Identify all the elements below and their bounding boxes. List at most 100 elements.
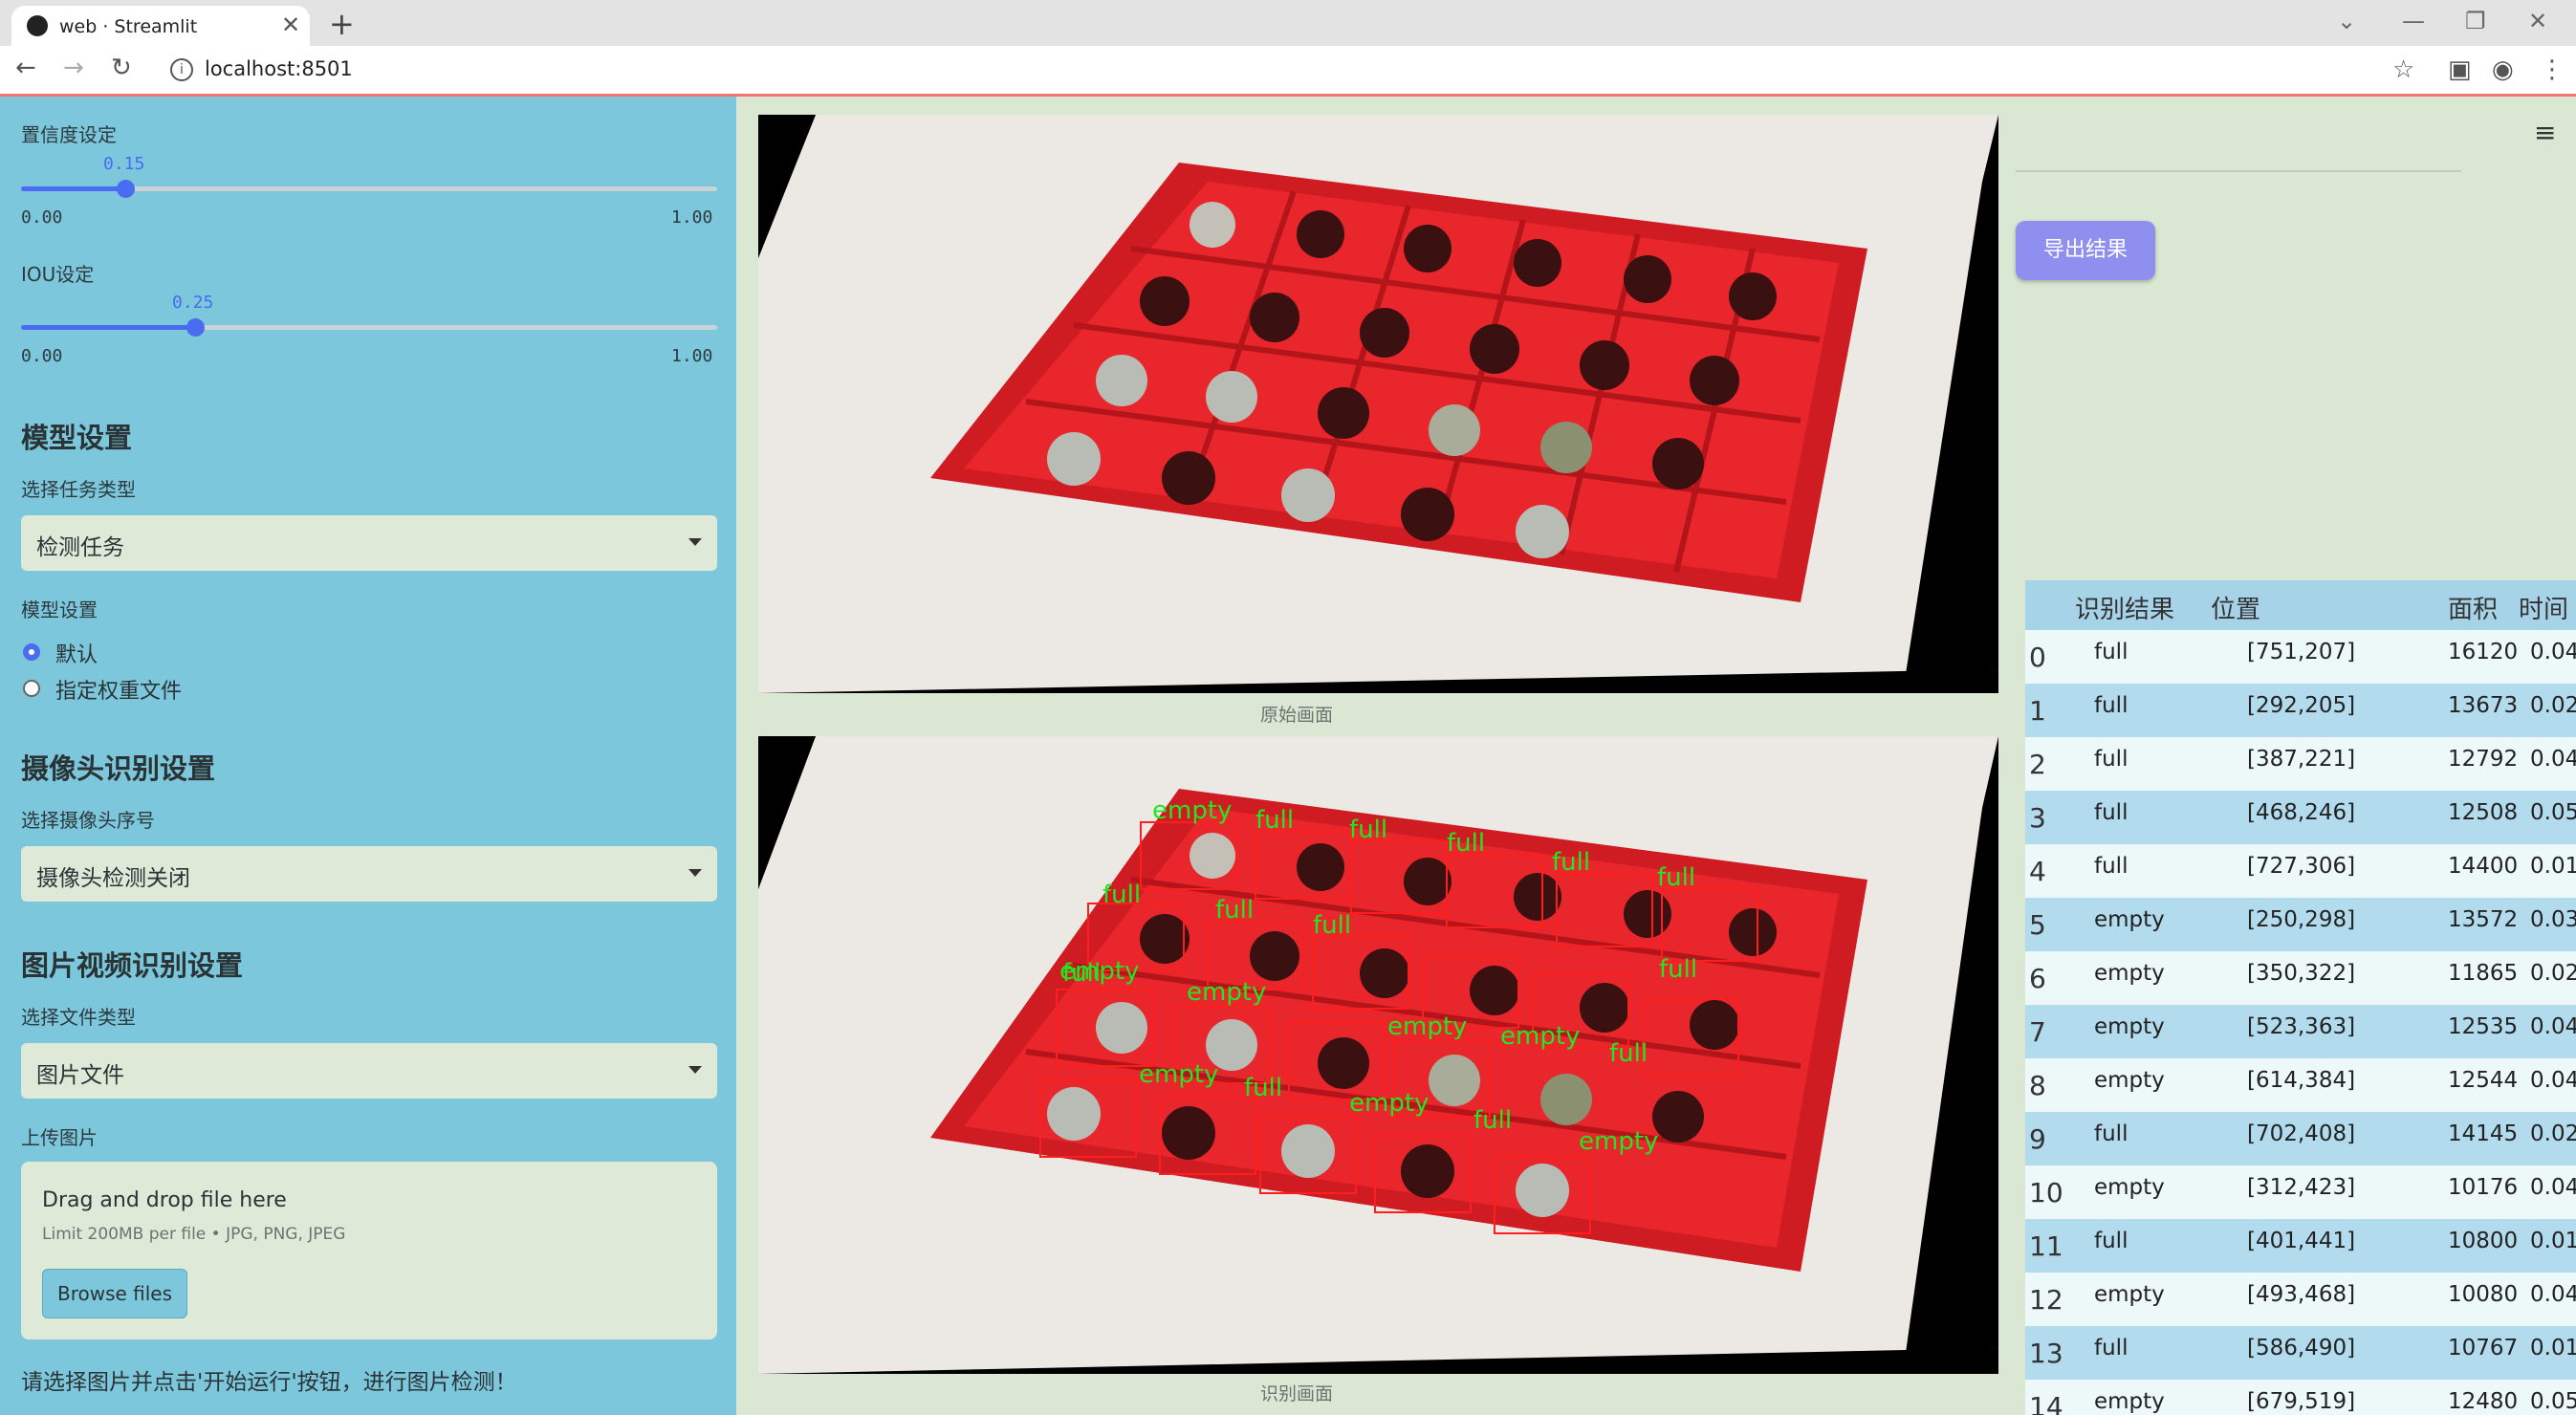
row-result: full bbox=[2094, 1229, 2128, 1253]
table-row[interactable]: 5 empty [250,298] 13572 0.03 bbox=[2025, 898, 2576, 951]
detection-label: full bbox=[1657, 863, 1695, 892]
result-image: empty full full full full full full full full ful… bbox=[758, 736, 1998, 1374]
detection-label: full bbox=[1447, 829, 1485, 858]
bookmark-star-icon[interactable]: ☆ bbox=[2392, 55, 2414, 84]
confidence-slider[interactable] bbox=[21, 180, 717, 198]
table-row[interactable]: 6 empty [350,322] 11865 0.02 bbox=[2025, 951, 2576, 1005]
row-area: 12480 bbox=[2448, 1389, 2519, 1414]
radio-default-label[interactable]: 默认 bbox=[55, 638, 98, 668]
row-time: 0.03 bbox=[2530, 907, 2576, 932]
camera-index-value: 摄像头检测关闭 bbox=[36, 866, 190, 891]
forward-icon[interactable]: → bbox=[63, 54, 84, 82]
site-info-icon[interactable]: i bbox=[170, 58, 193, 81]
file-type-label: 选择文件类型 bbox=[21, 1006, 136, 1029]
confidence-slider-thumb[interactable] bbox=[117, 180, 136, 198]
row-index: 14 bbox=[2029, 1391, 2063, 1415]
row-area: 12792 bbox=[2448, 747, 2519, 772]
original-caption: 原始画面 bbox=[1260, 705, 1334, 726]
browser-tab[interactable]: web · Streamlit ✕ bbox=[11, 6, 310, 46]
minimize-icon[interactable]: — bbox=[2402, 8, 2425, 34]
iou-slider-thumb[interactable] bbox=[186, 318, 205, 337]
radio-custom-weights[interactable] bbox=[23, 680, 40, 697]
header-position[interactable]: 位置 bbox=[2211, 590, 2260, 625]
crate-photo-original bbox=[758, 115, 1998, 693]
row-area: 12535 bbox=[2448, 1014, 2519, 1039]
row-time: 0.04 bbox=[2530, 1014, 2576, 1039]
table-row[interactable]: 0 full [751,207] 16120 0.04 bbox=[2025, 630, 2576, 684]
detection-label: empty bbox=[1059, 957, 1139, 986]
original-image bbox=[758, 115, 1998, 693]
hamburger-menu-icon[interactable]: ≡ bbox=[2534, 117, 2556, 148]
table-row[interactable]: 14 empty [679,519] 12480 0.05 bbox=[2025, 1380, 2576, 1415]
row-position: [702,408] bbox=[2247, 1121, 2356, 1146]
header-time[interactable]: 时间 bbox=[2519, 590, 2568, 625]
row-result: full bbox=[2094, 640, 2128, 664]
row-result: full bbox=[2094, 1121, 2128, 1146]
browser-menu-icon[interactable]: ⋮ bbox=[2540, 55, 2565, 84]
camera-index-label: 选择摄像头序号 bbox=[21, 809, 155, 832]
header-area[interactable]: 面积 bbox=[2448, 590, 2498, 625]
row-position: [727,306] bbox=[2247, 854, 2356, 879]
file-type-select[interactable]: 图片文件 bbox=[21, 1043, 717, 1099]
row-index: 1 bbox=[2029, 695, 2046, 727]
tab-title: web · Streamlit bbox=[59, 16, 198, 37]
row-index: 8 bbox=[2029, 1070, 2046, 1101]
row-area: 16120 bbox=[2448, 640, 2519, 664]
detection-label: full bbox=[1255, 806, 1294, 835]
table-row[interactable]: 7 empty [523,363] 12535 0.04 bbox=[2025, 1005, 2576, 1058]
radio-default[interactable] bbox=[23, 643, 40, 661]
row-index: 5 bbox=[2029, 909, 2046, 941]
table-row[interactable]: 1 full [292,205] 13673 0.02 bbox=[2025, 684, 2576, 737]
dropzone-title: Drag and drop file here bbox=[42, 1188, 287, 1212]
table-row[interactable]: 10 empty [312,423] 10176 0.04 bbox=[2025, 1165, 2576, 1219]
export-results-button[interactable]: 导出结果 bbox=[2016, 221, 2155, 280]
table-row[interactable]: 9 full [702,408] 14145 0.02 bbox=[2025, 1112, 2576, 1165]
detection-label: empty bbox=[1579, 1127, 1658, 1156]
crate-photo-detections: empty full full full full full full full full ful… bbox=[758, 736, 1998, 1374]
iou-slider[interactable] bbox=[21, 318, 717, 337]
row-position: [387,221] bbox=[2247, 747, 2356, 772]
new-tab-icon[interactable]: + bbox=[329, 6, 355, 42]
back-icon[interactable]: ← bbox=[15, 54, 36, 82]
browse-files-button[interactable]: Browse files bbox=[42, 1269, 187, 1318]
detection-label: full bbox=[1244, 1074, 1282, 1102]
table-row[interactable]: 13 full [586,490] 10767 0.01 bbox=[2025, 1326, 2576, 1380]
detection-label: full bbox=[1609, 1039, 1648, 1068]
profile-avatar-icon[interactable]: ◉ bbox=[2492, 55, 2514, 84]
row-result: full bbox=[2094, 747, 2128, 772]
iou-slider-fill bbox=[21, 325, 195, 330]
detection-label: full bbox=[1659, 955, 1697, 984]
table-row[interactable]: 11 full [401,441] 10800 0.01 bbox=[2025, 1219, 2576, 1273]
restore-icon[interactable]: ❐ bbox=[2465, 8, 2486, 34]
table-row[interactable]: 3 full [468,246] 12508 0.05 bbox=[2025, 791, 2576, 844]
address-bar: ← → ↻ i localhost:8501 ☆ ▣ ◉ ⋮ bbox=[0, 46, 2576, 97]
radio-custom-weights-label[interactable]: 指定权重文件 bbox=[55, 674, 182, 705]
reload-icon[interactable]: ↻ bbox=[111, 54, 132, 82]
detection-label: empty bbox=[1387, 1012, 1467, 1041]
tab-search-icon[interactable]: ⌄ bbox=[2337, 8, 2356, 34]
table-row[interactable]: 2 full [387,221] 12792 0.04 bbox=[2025, 737, 2576, 791]
table-row[interactable]: 4 full [727,306] 14400 0.01 bbox=[2025, 844, 2576, 898]
header-result[interactable]: 识别结果 bbox=[2075, 590, 2174, 625]
row-area: 13673 bbox=[2448, 693, 2519, 718]
row-position: [523,363] bbox=[2247, 1014, 2356, 1039]
row-index: 0 bbox=[2029, 642, 2046, 673]
task-type-select[interactable]: 检测任务 bbox=[21, 515, 717, 571]
camera-index-select[interactable]: 摄像头检测关闭 bbox=[21, 846, 717, 902]
model-section-heading: 模型设置 bbox=[21, 422, 133, 454]
url-field[interactable]: localhost:8501 bbox=[205, 57, 353, 80]
chevron-down-icon bbox=[688, 1066, 702, 1074]
close-window-icon[interactable]: ✕ bbox=[2528, 8, 2547, 34]
table-row[interactable]: 12 empty [493,468] 10080 0.04 bbox=[2025, 1273, 2576, 1326]
file-dropzone[interactable]: Drag and drop file here Limit 200MB per … bbox=[21, 1162, 717, 1339]
row-index: 7 bbox=[2029, 1016, 2046, 1048]
upload-label: 上传图片 bbox=[21, 1126, 98, 1149]
row-area: 12508 bbox=[2448, 800, 2519, 825]
row-index: 13 bbox=[2029, 1338, 2063, 1369]
close-tab-icon[interactable]: ✕ bbox=[281, 11, 300, 38]
table-row[interactable]: 8 empty [614,384] 12544 0.04 bbox=[2025, 1058, 2576, 1112]
sidepanel-icon[interactable]: ▣ bbox=[2448, 55, 2472, 84]
row-result: full bbox=[2094, 693, 2128, 718]
row-time: 0.02 bbox=[2530, 693, 2576, 718]
row-area: 12544 bbox=[2448, 1068, 2519, 1093]
